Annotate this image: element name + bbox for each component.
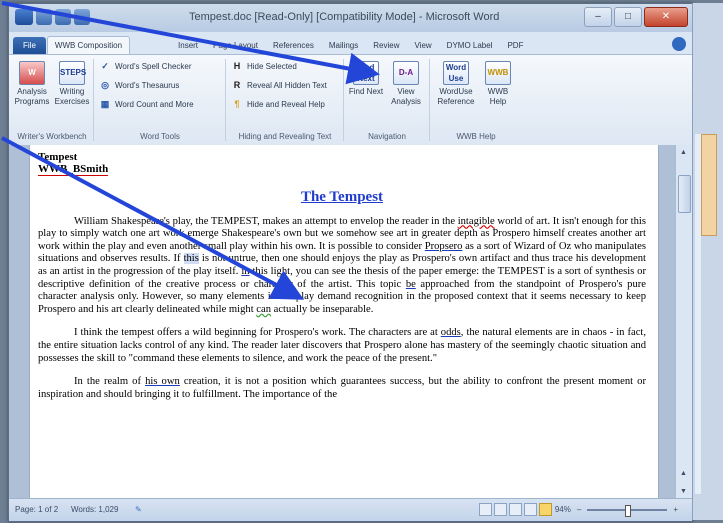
page-count[interactable]: Page: 1 of 2 (15, 505, 58, 514)
spellcheck-icon: ✓ (101, 61, 109, 71)
spell-checker-button[interactable]: ✓ Word's Spell Checker (99, 61, 191, 71)
tab-file[interactable]: File (13, 37, 46, 54)
title-bar: Tempest.doc [Read-Only] [Compatibility M… (9, 4, 692, 32)
tab-view[interactable]: View (407, 37, 438, 54)
tab-page-layout[interactable]: Page Layout (206, 37, 265, 54)
tab-mailings[interactable]: Mailings (322, 37, 365, 54)
word-window: Tempest.doc [Read-Only] [Compatibility M… (8, 3, 693, 522)
group-label: Writer's Workbench (17, 132, 87, 141)
print-layout-view-button[interactable] (479, 503, 492, 516)
ribbon-tabs: File WWB Composition Insert Page Layout … (9, 32, 692, 54)
zoom-level[interactable]: 94% (555, 505, 571, 514)
prev-page-icon[interactable]: ▲ (678, 468, 689, 479)
word-logo-icon[interactable] (15, 9, 33, 25)
group-writers-workbench: W Analysis Programs STEPS Writing Exerci… (11, 59, 94, 141)
document-page[interactable]: Tempest WWB_BSmith The Tempest William S… (29, 145, 659, 499)
draft-view-button[interactable] (539, 503, 552, 516)
worduse-icon: Word Use (443, 61, 469, 85)
document-text[interactable]: Tempest WWB_BSmith The Tempest William S… (38, 151, 646, 412)
tab-pdf[interactable]: PDF (500, 37, 530, 54)
view-analysis-icon: D-A (393, 61, 419, 85)
quick-access-toolbar (15, 9, 90, 25)
outline-view-button[interactable] (524, 503, 537, 516)
document-title: The Tempest (300, 189, 384, 205)
redo-icon[interactable] (74, 9, 90, 25)
window-title: Tempest.doc [Read-Only] [Compatibility M… (189, 11, 500, 23)
maximize-button[interactable]: □ (614, 7, 642, 27)
tab-review[interactable]: Review (366, 37, 406, 54)
scroll-up-icon[interactable]: ▲ (678, 147, 689, 158)
minimize-button[interactable]: – (584, 7, 612, 27)
group-label: Word Tools (140, 132, 180, 141)
reveal-icon: R (233, 80, 241, 90)
window-controls: – □ ✕ (584, 7, 688, 27)
undo-icon[interactable] (55, 9, 71, 25)
status-bar: Page: 1 of 2 Words: 1,029 ✎ 94% – + (9, 498, 692, 521)
worduse-reference-button[interactable]: Word Use WordUse Reference (433, 61, 479, 107)
group-label: Navigation (368, 132, 406, 141)
tab-insert[interactable]: Insert (171, 37, 205, 54)
word-count-button[interactable]: ▦ Word Count and More (99, 99, 194, 109)
paragraph-2: I think the tempest offers a wild beginn… (38, 327, 646, 364)
tab-dymo-label[interactable]: DYMO Label (440, 37, 500, 54)
hide-icon: H (233, 61, 241, 71)
group-label: WWB Help (456, 132, 496, 141)
view-analysis-button[interactable]: D-A View Analysis (387, 61, 425, 107)
zoom-out-icon[interactable]: – (577, 505, 581, 514)
vertical-scrollbar[interactable]: ▲ ▲ ▼ (675, 145, 692, 499)
close-button[interactable]: ✕ (644, 7, 688, 27)
word-count-icon: ▦ (100, 99, 110, 109)
group-wwb-help: Word Use WordUse Reference WWB WWB Help W… (431, 59, 521, 141)
group-navigation: Find Next Find Next D-A View Analysis Nav… (345, 59, 430, 141)
proofing-icon[interactable]: ✎ (135, 505, 142, 514)
full-screen-view-button[interactable] (494, 503, 507, 516)
word-count[interactable]: Words: 1,029 (71, 505, 118, 514)
next-page-icon[interactable]: ▼ (678, 486, 689, 497)
thesaurus-button[interactable]: ◎ Word's Thesaurus (99, 80, 179, 90)
zoom-slider-knob[interactable] (625, 504, 632, 517)
document-area: Tempest WWB_BSmith The Tempest William S… (9, 145, 692, 499)
paragraph-3: In the realm of his own creation, it is … (38, 376, 646, 400)
zoom-in-icon[interactable]: + (673, 505, 678, 514)
writing-exercises-button[interactable]: STEPS Writing Exercises (53, 61, 91, 107)
help-bulb-icon: ¶ (234, 99, 240, 109)
find-next-icon: Find Next (353, 61, 379, 85)
hide-reveal-help-button[interactable]: ¶ Hide and Reveal Help (231, 99, 324, 109)
thesaurus-icon: ◎ (101, 80, 109, 90)
view-buttons (479, 503, 552, 516)
group-word-tools: ✓ Word's Spell Checker ◎ Word's Thesaurus … (95, 59, 226, 141)
tab-wwb-composition[interactable]: WWB Composition (46, 36, 131, 54)
ribbon: W Analysis Programs STEPS Writing Exerci… (9, 54, 692, 146)
scroll-thumb[interactable] (678, 175, 691, 213)
header-line-2: WWB_BSmith (38, 163, 109, 176)
header-line-1: Tempest (38, 151, 78, 163)
zoom-control: 94% – + (555, 504, 678, 517)
group-hiding-revealing: H Hide Selected R Reveal All Hidden Text ¶… (227, 59, 344, 141)
web-layout-view-button[interactable] (509, 503, 522, 516)
analysis-programs-button[interactable]: W Analysis Programs (13, 61, 51, 107)
background-window-edge (692, 3, 723, 520)
group-label: Hiding and Revealing Text (238, 132, 332, 141)
wwb-help-button[interactable]: WWB WWB Help (479, 61, 517, 107)
save-icon[interactable] (36, 9, 52, 25)
background-panel (701, 134, 717, 236)
writing-exercises-icon: STEPS (59, 61, 86, 85)
find-next-button[interactable]: Find Next Find Next (347, 61, 385, 97)
zoom-slider[interactable] (587, 504, 668, 517)
tab-references[interactable]: References (266, 37, 321, 54)
analysis-icon: W (19, 61, 45, 85)
reveal-hidden-button[interactable]: R Reveal All Hidden Text (231, 80, 327, 90)
wwb-help-icon: WWB (485, 61, 511, 85)
hide-selected-button[interactable]: H Hide Selected (231, 61, 297, 71)
help-icon[interactable] (672, 37, 686, 51)
paragraph-1: William Shakespeare's play, the TEMPEST,… (38, 215, 646, 315)
